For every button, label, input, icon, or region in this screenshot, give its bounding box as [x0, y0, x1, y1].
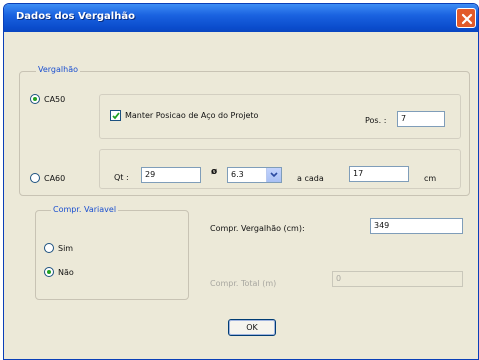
- checkmark-icon: [112, 112, 120, 120]
- unit-label: cm: [424, 174, 437, 183]
- diameter-symbol: ø: [211, 167, 218, 177]
- sim-radio[interactable]: [44, 243, 54, 253]
- manter-posicao-checkbox[interactable]: [110, 110, 121, 121]
- dropdown-button[interactable]: [266, 168, 281, 182]
- compr-variavel-legend: Compr. Variavel: [51, 205, 119, 214]
- close-button[interactable]: [456, 8, 476, 28]
- sim-label: Sim: [58, 244, 74, 253]
- a-cada-input[interactable]: 17: [349, 166, 409, 182]
- a-cada-label: a cada: [297, 174, 324, 183]
- nao-label: Não: [58, 268, 74, 277]
- close-icon: [461, 13, 473, 25]
- radio-selected-dot: [47, 270, 51, 274]
- title-bar[interactable]: Dados dos Vergalhão: [4, 4, 478, 32]
- radio-selected-dot: [33, 97, 37, 101]
- compr-total-input: 0: [332, 271, 463, 287]
- dialog-window: Dados dos Vergalhão Vergalhão CA50 Mante…: [3, 3, 479, 360]
- compr-vergalhao-input[interactable]: 349: [370, 218, 463, 234]
- vergalhao-legend: Vergalhão: [36, 65, 80, 74]
- ca60-radio[interactable]: [30, 173, 40, 183]
- compr-total-label: Compr. Total (m): [210, 279, 277, 288]
- qt-label: Qt :: [114, 173, 129, 182]
- ok-button[interactable]: OK: [228, 319, 276, 336]
- pos-input[interactable]: 7: [397, 111, 445, 127]
- manter-posicao-label: Manter Posicao de Aço do Projeto: [125, 111, 259, 120]
- nao-radio[interactable]: [44, 267, 54, 277]
- pos-label: Pos. :: [365, 116, 387, 125]
- chevron-down-icon: [270, 172, 278, 178]
- ca50-radio[interactable]: [30, 94, 40, 104]
- diameter-selected-value: 6.3: [231, 170, 244, 179]
- ca60-label: CA60: [44, 174, 66, 183]
- qt-input[interactable]: 29: [141, 167, 201, 183]
- window-title: Dados dos Vergalhão: [16, 11, 135, 22]
- diameter-select[interactable]: 6.3: [227, 167, 282, 183]
- compr-variavel-group: [35, 210, 189, 300]
- ca50-label: CA50: [44, 95, 66, 104]
- compr-vergalhao-label: Compr. Vergalhão (cm):: [210, 224, 305, 233]
